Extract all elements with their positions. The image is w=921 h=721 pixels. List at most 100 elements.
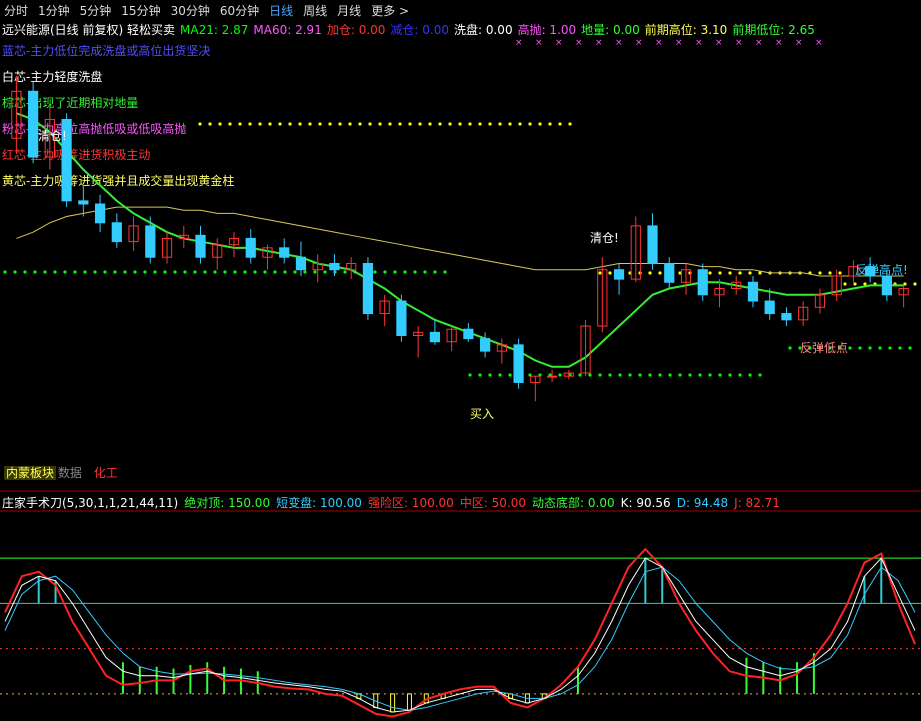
support-dot <box>898 346 902 350</box>
support-dot <box>658 373 662 377</box>
candle-body <box>664 262 675 283</box>
candle-body <box>463 328 474 340</box>
support-dot <box>758 373 762 377</box>
indicator-legend-item: K: 90.56 <box>620 496 671 510</box>
support-dot <box>848 346 852 350</box>
resistance-dot <box>528 122 532 126</box>
indicator-legend-item: 中区: 50.00 <box>459 496 527 510</box>
support-dot <box>443 270 447 274</box>
candle-body <box>279 247 290 258</box>
candle-body <box>513 344 524 383</box>
lower-tab-data[interactable]: 数据 <box>58 466 82 480</box>
indicator-legend: 庄家手术刀(5,30,1,1,21,44,11) 绝对顶: 150.00 短变盘: … <box>2 494 786 511</box>
sell-marker: × <box>595 38 603 48</box>
support-dot <box>263 270 267 274</box>
resistance-dot <box>558 122 562 126</box>
resistance-dot <box>718 271 722 275</box>
candle-body <box>781 313 792 321</box>
support-dot <box>163 270 167 274</box>
candle-body <box>480 338 491 352</box>
resistance-dot <box>308 122 312 126</box>
support-dot <box>788 346 792 350</box>
support-dot <box>173 270 177 274</box>
support-dot <box>143 270 147 274</box>
support-dot <box>313 270 317 274</box>
resistance-dot <box>488 122 492 126</box>
sell-marker: × <box>635 38 643 48</box>
candle-body <box>111 222 122 243</box>
support-dot <box>668 373 672 377</box>
support-dot <box>303 270 307 274</box>
resistance-dot <box>348 122 352 126</box>
indicator-legend-item: 动态底部: 0.00 <box>532 496 615 510</box>
resistance-dot <box>538 122 542 126</box>
sell-marker: × <box>515 38 523 48</box>
resistance-dot <box>228 122 232 126</box>
support-dot <box>888 346 892 350</box>
resistance-dot <box>498 122 502 126</box>
support-dot <box>558 373 562 377</box>
resistance-dot <box>478 122 482 126</box>
clear-position-label: 清仓! <box>590 231 619 245</box>
resistance-dot <box>468 122 472 126</box>
resistance-dot <box>358 122 362 126</box>
support-dot <box>283 270 287 274</box>
support-dot <box>688 373 692 377</box>
resistance-dot <box>288 122 292 126</box>
resistance-dot <box>298 122 302 126</box>
candle-body <box>362 262 374 315</box>
resistance-dot <box>248 122 252 126</box>
resistance-dot <box>648 271 652 275</box>
support-dot <box>423 270 427 274</box>
candle-body <box>764 300 775 315</box>
candle-body <box>613 269 625 280</box>
candle-body <box>78 200 89 205</box>
resistance-dot <box>258 122 262 126</box>
indicator-legend-item: 绝对顶: 150.00 <box>184 496 271 510</box>
resistance-dot <box>913 282 917 286</box>
support-dot <box>183 270 187 274</box>
sell-marker: × <box>755 38 763 48</box>
resistance-dot <box>508 122 512 126</box>
candle-body <box>546 375 558 378</box>
lower-tab-row: 内蒙板块 数据 化工 <box>4 464 118 481</box>
sell-marker: × <box>715 38 723 48</box>
sell-marker: × <box>775 38 783 48</box>
support-dot <box>333 270 337 274</box>
resistance-dot <box>828 271 832 275</box>
support-dot <box>83 270 87 274</box>
support-dot <box>103 270 107 274</box>
resistance-dot <box>198 122 202 126</box>
resistance-dot <box>328 122 332 126</box>
indicator-legend-item: D: 94.48 <box>676 496 729 510</box>
resistance-dot <box>418 122 422 126</box>
support-dot <box>213 270 217 274</box>
support-dot <box>93 270 97 274</box>
support-dot <box>468 373 472 377</box>
resistance-dot <box>598 271 602 275</box>
sell-marker: × <box>575 38 583 48</box>
support-dot <box>123 270 127 274</box>
support-dot <box>63 270 67 274</box>
support-dot <box>728 373 732 377</box>
resistance-dot <box>863 282 867 286</box>
support-dot <box>73 270 77 274</box>
resistance-dot <box>278 122 282 126</box>
support-dot <box>373 270 377 274</box>
candle-body <box>245 237 256 258</box>
support-dot <box>488 373 492 377</box>
support-dot <box>618 373 622 377</box>
candle-body <box>429 331 440 343</box>
lower-tab-region[interactable]: 内蒙板块 <box>4 466 57 480</box>
resistance-dot <box>748 271 752 275</box>
support-dot <box>23 270 27 274</box>
support-dot <box>508 373 512 377</box>
rebound-low-label: 反弹低点 <box>800 341 848 355</box>
resistance-dot <box>518 122 522 126</box>
support-dot <box>33 270 37 274</box>
support-dot <box>243 270 247 274</box>
lower-tab-chem[interactable]: 化工 <box>94 466 118 480</box>
support-dot <box>868 346 872 350</box>
support-dot <box>878 346 882 350</box>
support-dot <box>113 270 117 274</box>
